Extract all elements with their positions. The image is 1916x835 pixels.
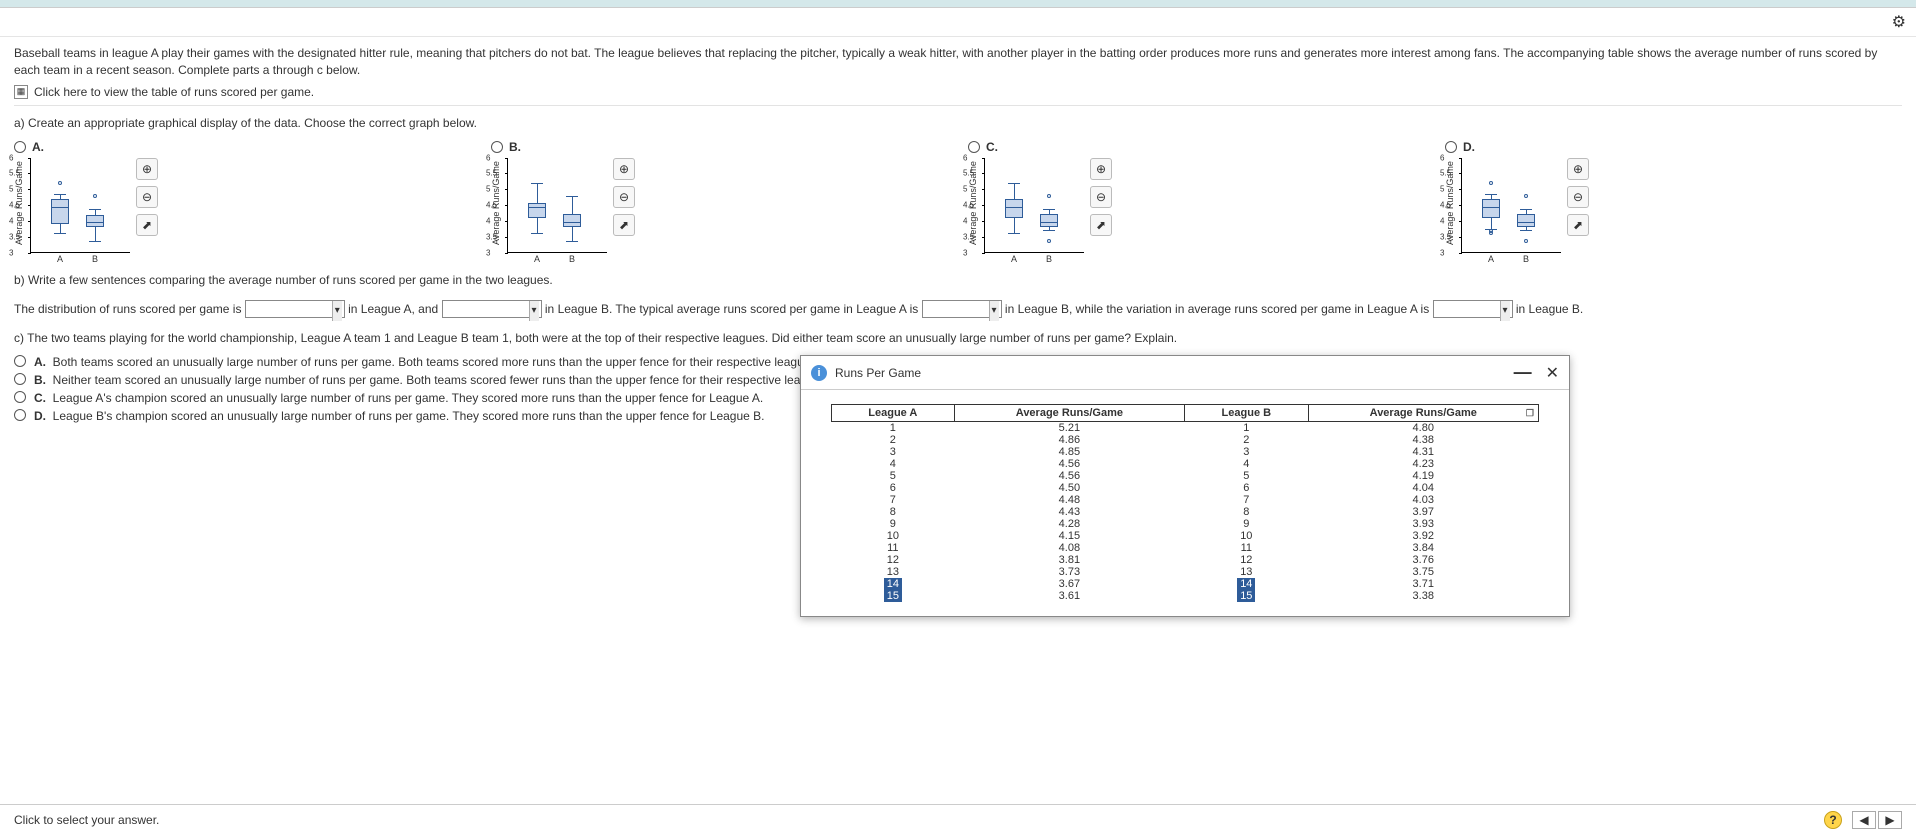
table-row: 24.8624.38 xyxy=(832,434,1539,446)
zoom-out-icon[interactable]: ⊖ xyxy=(1090,186,1112,208)
radio-mc-d[interactable] xyxy=(14,409,26,421)
mc-label-b: B. Neither team scored an unusually larg… xyxy=(34,373,830,387)
next-button[interactable]: ▶ xyxy=(1878,811,1902,829)
radio-mc-b[interactable] xyxy=(14,373,26,385)
radio-option-a[interactable] xyxy=(14,141,26,153)
mc-label-c: C. League A's champion scored an unusual… xyxy=(34,391,763,405)
open-graph-icon[interactable]: ⬈ xyxy=(1090,214,1112,236)
table-row: 94.2893.93 xyxy=(832,518,1539,530)
prev-button[interactable]: ◀ xyxy=(1852,811,1876,829)
option-label-d: D. xyxy=(1463,140,1475,154)
table-row: 133.73133.75 xyxy=(832,566,1539,578)
table-row: 153.61153.38 xyxy=(832,590,1539,602)
top-accent-bar xyxy=(0,0,1916,8)
copy-icon[interactable]: ❐ xyxy=(1526,408,1534,419)
boxplot-b: 33.544.555.56 A B xyxy=(507,158,607,253)
zoom-out-icon[interactable]: ⊖ xyxy=(136,186,158,208)
zoom-in-icon[interactable]: ⊕ xyxy=(1090,158,1112,180)
zoom-in-icon[interactable]: ⊕ xyxy=(1567,158,1589,180)
radio-mc-a[interactable] xyxy=(14,355,26,367)
table-row: 104.15103.92 xyxy=(832,530,1539,542)
help-icon[interactable]: ? xyxy=(1824,811,1842,829)
radio-mc-c[interactable] xyxy=(14,391,26,403)
fill-sentence: The distribution of runs scored per game… xyxy=(14,297,1902,321)
settings-gear-icon[interactable]: ⚙ xyxy=(1892,12,1906,32)
option-label-c: C. xyxy=(986,140,998,154)
dropdown-dist-b[interactable] xyxy=(442,300,542,318)
table-row: 114.08113.84 xyxy=(832,542,1539,554)
dropdown-variation[interactable] xyxy=(1433,300,1513,318)
part-a-text: a) Create an appropriate graphical displ… xyxy=(14,116,1902,130)
radio-option-b[interactable] xyxy=(491,141,503,153)
mc-label-a: A. Both teams scored an unusually large … xyxy=(34,355,820,369)
table-row: 74.4874.03 xyxy=(832,494,1539,506)
close-icon[interactable]: ✕ xyxy=(1546,363,1559,383)
runs-table: League AAverage Runs/GameLeague BAverage… xyxy=(831,404,1539,602)
table-row: 34.8534.31 xyxy=(832,446,1539,458)
zoom-out-icon[interactable]: ⊖ xyxy=(1567,186,1589,208)
open-graph-icon[interactable]: ⬈ xyxy=(613,214,635,236)
open-graph-icon[interactable]: ⬈ xyxy=(1567,214,1589,236)
question-intro: Baseball teams in league A play their ga… xyxy=(14,45,1902,79)
table-header: Average Runs/Game xyxy=(954,405,1184,422)
boxplot-a: 33.544.555.56 A B xyxy=(30,158,130,253)
divider xyxy=(14,105,1902,106)
table-header: League B xyxy=(1185,405,1308,422)
radio-option-c[interactable] xyxy=(968,141,980,153)
part-b-text: b) Write a few sentences comparing the a… xyxy=(14,273,1902,287)
zoom-in-icon[interactable]: ⊕ xyxy=(136,158,158,180)
table-icon: ▦ xyxy=(14,85,28,99)
radio-option-d[interactable] xyxy=(1445,141,1457,153)
dropdown-typical[interactable] xyxy=(922,300,1002,318)
table-row: 123.81123.76 xyxy=(832,554,1539,566)
footer-hint: Click to select your answer. xyxy=(14,813,159,827)
table-row: 54.5654.19 xyxy=(832,470,1539,482)
view-table-label: Click here to view the table of runs sco… xyxy=(34,85,314,99)
table-header: League A xyxy=(832,405,955,422)
table-row: 84.4383.97 xyxy=(832,506,1539,518)
table-header: Average Runs/Game❐ xyxy=(1308,405,1538,422)
runs-per-game-popup: i Runs Per Game — ✕ League AAverage Runs… xyxy=(800,355,1570,617)
table-row: 15.2114.80 xyxy=(832,422,1539,435)
zoom-in-icon[interactable]: ⊕ xyxy=(613,158,635,180)
table-row: 44.5644.23 xyxy=(832,458,1539,470)
view-table-link[interactable]: ▦ Click here to view the table of runs s… xyxy=(14,85,1902,99)
part-c-text: c) The two teams playing for the world c… xyxy=(14,331,1902,345)
zoom-out-icon[interactable]: ⊖ xyxy=(613,186,635,208)
table-row: 143.67143.71 xyxy=(832,578,1539,590)
boxplot-d: 33.544.555.56 A B xyxy=(1461,158,1561,253)
info-icon: i xyxy=(811,365,827,381)
minimize-icon[interactable]: — xyxy=(1514,362,1532,383)
popup-title: Runs Per Game xyxy=(835,366,921,380)
boxplot-c: 33.544.555.56 A B xyxy=(984,158,1084,253)
option-label-b: B. xyxy=(509,140,521,154)
option-label-a: A. xyxy=(32,140,44,154)
open-graph-icon[interactable]: ⬈ xyxy=(136,214,158,236)
mc-label-d: D. League B's champion scored an unusual… xyxy=(34,409,765,423)
table-row: 64.5064.04 xyxy=(832,482,1539,494)
dropdown-dist-a[interactable] xyxy=(245,300,345,318)
